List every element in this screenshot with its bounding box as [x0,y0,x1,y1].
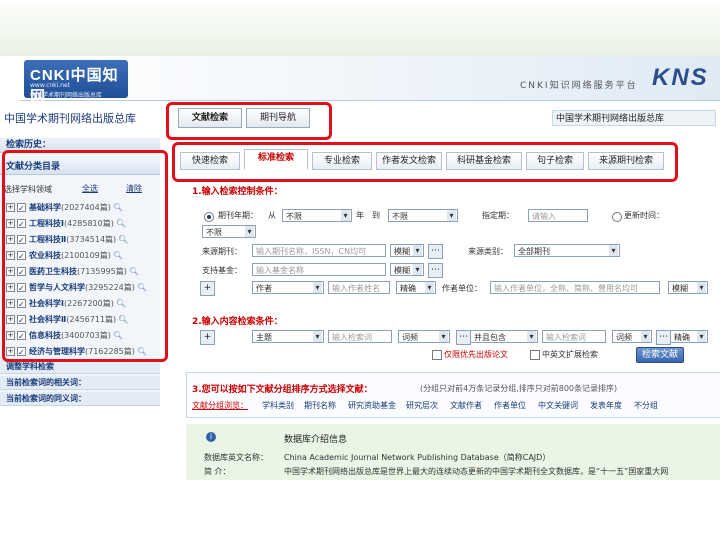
to-year-select[interactable]: 不限 [388,209,458,222]
site-title: 中国学术期刊网络出版总库 [4,112,136,125]
info-intro-value: 中国学术期刊网络出版总库是世界上最大的连续动态更新的中国学术期刊全文数据库，是“… [284,467,669,476]
precise-select[interactable]: 精确 [670,330,708,343]
fund-label: 支持基金： [202,266,242,275]
from-year-select[interactable]: 不限 [282,209,352,222]
fund-more-button[interactable]: ⋯ [428,263,443,278]
add-content-row-button[interactable]: + [200,330,215,345]
section-content-title: 2.输入内容检索条件： [192,317,283,327]
word-frequency-select[interactable]: 词频 [398,330,450,343]
theme-field-select[interactable]: 主题 [252,330,324,343]
author-unit-match-select[interactable]: 模糊 [668,281,708,294]
update-time-select[interactable]: 不限 [202,225,256,238]
info-icon: i [206,432,216,442]
author-match-select[interactable]: 精确 [396,281,436,294]
platform-title: CNKI知识网络服务平台 [520,81,638,91]
logo-subtitle: 中国学术期刊网络出版总库 [30,92,103,99]
info-intro-label: 简 介： [204,467,231,476]
designated-label: 指定期： [482,211,514,220]
database-info: i 数据库介绍信息 数据库英文名称： China Academic Journa… [186,424,720,480]
cnki-logo[interactable]: CNKI中国知网 www.cnki.net 中国学术期刊网络出版总库 [24,60,128,105]
author-input[interactable]: 输入作者姓名 [328,281,390,294]
search-button[interactable]: 检索文献 [636,347,684,363]
author-unit-label: 作者单位： [442,284,482,293]
section-control-title: 1.输入检索控制条件： [192,187,283,197]
to-label: 到 [372,211,380,220]
group-link-year[interactable]: 发表年度 [590,400,622,411]
group-link-author[interactable]: 文献作者 [450,400,482,411]
period-label: 期刊年期： [218,211,258,220]
priority-publish-checkbox[interactable] [432,350,442,360]
priority-publish-label: 仅限优先出版论文 [444,350,508,359]
database-title: 中国学术期刊网络出版总库 [552,110,716,126]
logic-operator-select[interactable]: 并且包含 [470,330,538,343]
header-banner: CNKI中国知网 www.cnki.net 中国学术期刊网络出版总库 CNKI知… [20,56,720,105]
word-frequency-select-2[interactable]: 词频 [612,330,652,343]
group-link-level[interactable]: 研究层次 [406,400,438,411]
source-journal-input[interactable]: 输入期刊名称，ISSN，CN均可 [252,244,386,257]
title-row: 中国学术期刊网络出版总库 文献检索 期刊导航 中国学术期刊网络出版总库 [0,104,720,132]
group-link-none[interactable]: 不分组 [634,400,658,411]
info-title: 数据库介绍信息 [284,435,348,445]
author-field-select[interactable]: 作者 [252,281,324,294]
designated-input[interactable]: 请输入 [528,209,588,222]
related-terms-header[interactable]: 当前检索词的相关词： [0,376,160,390]
group-browse-label: 文献分组浏览： [192,401,248,410]
more-options-button[interactable]: ⋯ [456,330,471,345]
source-journal-label: 来源期刊： [202,247,242,256]
update-time-label: 更新时间： [624,211,664,220]
info-name-value: China Academic Journal Network Publishin… [284,453,551,462]
group-link-keyword[interactable]: 中文关键词 [538,400,578,411]
info-name-label: 数据库英文名称： [204,453,268,462]
group-link-fund[interactable]: 研究资助基金 [348,400,396,411]
cn-en-expand-label: 中英文扩展检索 [542,350,598,359]
add-author-row-button[interactable]: + [200,281,215,296]
source-category-select[interactable]: 全部期刊 [514,244,620,257]
author-unit-input[interactable]: 输入作者单位，全称、简称、曾用名均可 [490,281,660,294]
highlight-search-tabs [172,142,678,182]
source-match-select[interactable]: 模糊 [390,244,424,257]
source-category-label: 来源类别： [468,247,508,256]
group-link-journal[interactable]: 期刊名称 [304,400,336,411]
fund-input[interactable]: 输入基金名称 [252,263,386,276]
year-label: 年 [356,211,364,220]
source-more-button[interactable]: ⋯ [428,244,443,259]
from-label: 从 [268,211,276,220]
group-link-unit[interactable]: 作者单位 [494,400,526,411]
period-radio[interactable] [204,212,214,222]
section-group-title: 3.您可以按如下文献分组排序方式选择文献： [192,385,373,395]
top-band [0,0,720,56]
keyword-input[interactable]: 输入检索词 [328,330,392,343]
more-options-button-2[interactable]: ⋯ [656,330,671,345]
update-time-radio[interactable] [612,212,622,222]
adjust-subject-link[interactable]: 调整学科检索 [0,360,160,374]
cn-en-expand-checkbox[interactable] [530,350,540,360]
highlight-top-tabs [166,102,332,140]
group-link-subject[interactable]: 学科类别 [262,400,294,411]
kns-logo: KNS [652,64,709,91]
synonym-terms-header[interactable]: 当前检索词的同义词： [0,392,160,406]
fund-match-select[interactable]: 模糊 [390,263,424,276]
group-note: (分组只对前4万条记录分组,排序只对前800条记录排序) [420,384,618,393]
keyword-input-2[interactable]: 输入检索词 [542,330,606,343]
highlight-sidebar [2,150,168,362]
logo-url: www.cnki.net [30,82,71,89]
